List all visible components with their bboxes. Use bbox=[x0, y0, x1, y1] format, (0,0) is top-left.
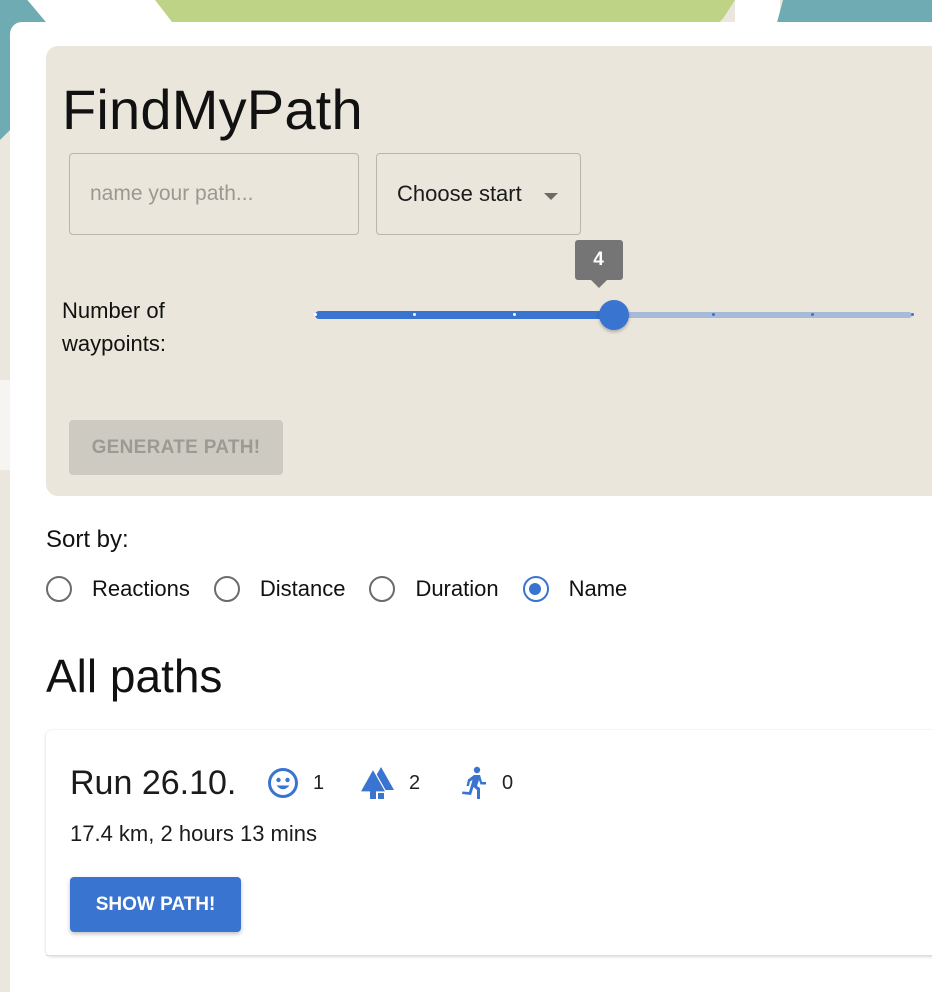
waypoints-label: Number of waypoints: bbox=[62, 298, 166, 356]
start-select[interactable]: Choose start bbox=[376, 153, 581, 235]
slider-track bbox=[315, 311, 614, 319]
slider-thumb[interactable]: 4 bbox=[574, 240, 629, 330]
radio-label: Reactions bbox=[92, 576, 190, 601]
smiley-face-icon bbox=[267, 767, 299, 799]
sort-option-duration[interactable]: Duration bbox=[369, 576, 499, 602]
path-name: Run 26.10. bbox=[70, 764, 237, 802]
reaction-count: 1 bbox=[313, 771, 325, 794]
slider-tick bbox=[313, 313, 317, 316]
app-title: FindMyPath bbox=[62, 78, 363, 141]
radio-label: Duration bbox=[415, 576, 499, 601]
start-select-value: Choose start bbox=[397, 181, 522, 206]
reaction-running[interactable]: 0 bbox=[460, 766, 513, 800]
reaction-forest[interactable]: 2 bbox=[359, 766, 420, 800]
slider-value-text: 4 bbox=[593, 249, 604, 270]
radio-button[interactable] bbox=[213, 576, 240, 602]
slider-tick bbox=[711, 313, 715, 316]
running-person-icon bbox=[460, 766, 488, 800]
sort-option-name[interactable]: Name bbox=[522, 576, 628, 602]
all-paths-heading: All paths bbox=[46, 650, 223, 702]
show-path-button[interactable]: SHOW PATH! bbox=[70, 877, 241, 932]
waypoints-slider[interactable]: 4 bbox=[313, 240, 914, 330]
slider-tick bbox=[413, 313, 416, 316]
reaction-smiley[interactable]: 1 bbox=[267, 766, 324, 800]
path-name-input[interactable] bbox=[69, 153, 359, 235]
sort-option-distance[interactable]: Distance bbox=[213, 576, 346, 602]
sort-by-label: Sort by: bbox=[46, 526, 129, 553]
slider-tick bbox=[512, 313, 516, 316]
reaction-count: 2 bbox=[409, 771, 421, 794]
generate-path-button[interactable]: GENERATE PATH! bbox=[69, 420, 283, 475]
card-divider bbox=[46, 955, 932, 956]
radio-button[interactable] bbox=[369, 576, 396, 602]
radio-button-checked[interactable] bbox=[522, 576, 549, 602]
radio-label: Name bbox=[568, 576, 628, 601]
reaction-count: 0 bbox=[502, 771, 514, 794]
slider-tick bbox=[811, 313, 814, 316]
path-summary: 17.4 km, 2 hours 13 mins bbox=[70, 821, 318, 846]
dropdown-arrow-icon bbox=[544, 193, 558, 200]
slider-value-label: 4 bbox=[574, 240, 623, 288]
sort-radio-group: Reactions Distance Duration Name bbox=[46, 576, 651, 602]
radio-button[interactable] bbox=[46, 576, 72, 602]
radio-label: Distance bbox=[259, 576, 346, 601]
slider-tick bbox=[910, 313, 914, 316]
forest-trees-icon bbox=[359, 766, 395, 800]
sort-option-reactions[interactable]: Reactions bbox=[46, 576, 190, 602]
